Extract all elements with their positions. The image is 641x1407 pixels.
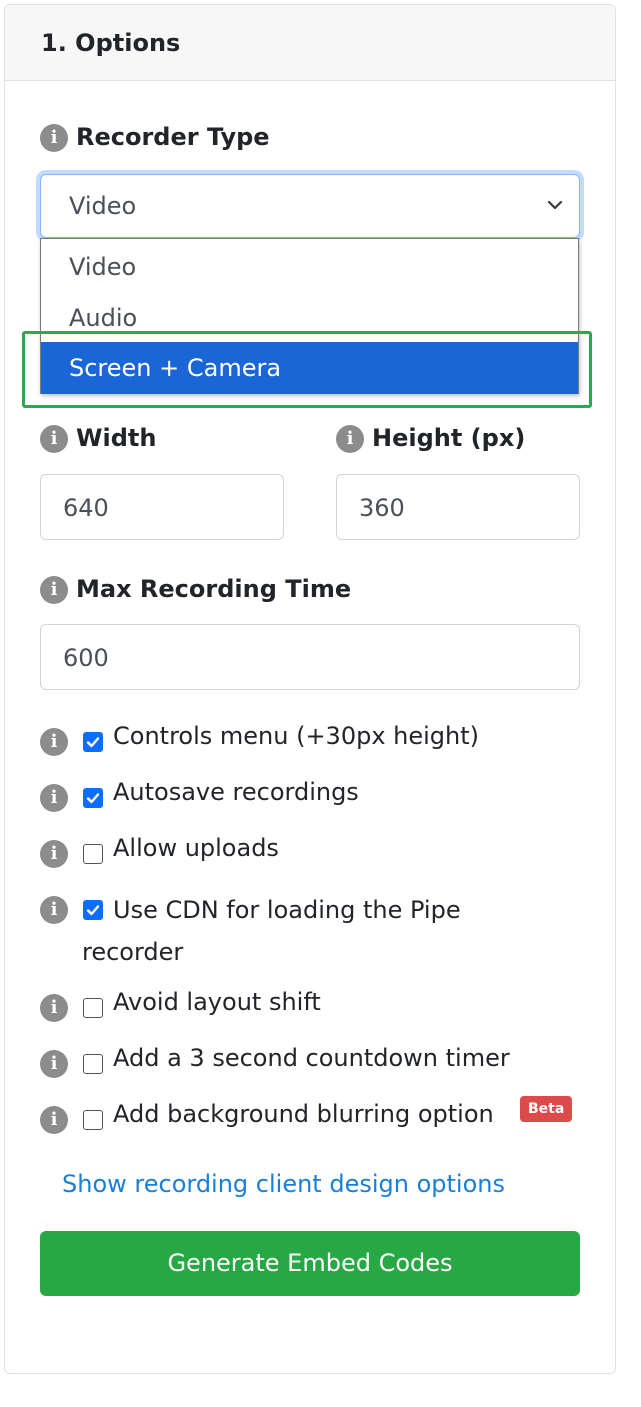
info-icon[interactable]: i [40, 994, 68, 1022]
use-cdn-label[interactable]: Use CDN for loading the Pipe recorder [82, 889, 522, 973]
autosave-label[interactable]: Autosave recordings [113, 778, 359, 806]
width-label: Width [76, 424, 157, 452]
height-label: Height (px) [372, 424, 526, 452]
chevron-down-icon [547, 200, 563, 210]
info-icon[interactable]: i [40, 840, 68, 868]
card-header: 1. Options [5, 5, 615, 81]
allow-uploads-label[interactable]: Allow uploads [113, 834, 279, 862]
info-icon[interactable]: i [40, 1050, 68, 1078]
countdown-timer-checkbox[interactable] [83, 1054, 103, 1074]
option-screen-camera[interactable]: Screen + Camera [41, 342, 578, 394]
info-icon[interactable]: i [40, 1106, 68, 1134]
info-icon[interactable]: i [40, 576, 68, 604]
height-value: 360 [359, 494, 405, 522]
controls-menu-checkbox[interactable] [83, 732, 103, 752]
recorder-type-label: Recorder Type [76, 123, 270, 151]
background-blur-checkbox[interactable] [83, 1110, 103, 1130]
info-icon[interactable]: i [40, 896, 68, 924]
countdown-timer-label[interactable]: Add a 3 second countdown timer [113, 1044, 510, 1072]
avoid-layout-shift-checkbox[interactable] [83, 998, 103, 1018]
info-icon[interactable]: i [336, 425, 364, 453]
background-blur-label[interactable]: Add background blurring option [113, 1100, 494, 1128]
max-time-label: Max Recording Time [76, 575, 352, 603]
info-icon[interactable]: i [40, 425, 68, 453]
recorder-type-dropdown: Video Audio Screen + Camera [40, 238, 579, 394]
recorder-type-select[interactable]: Video [40, 174, 580, 238]
max-time-value: 600 [63, 644, 109, 672]
option-video[interactable]: Video [41, 241, 578, 293]
design-options-link[interactable]: Show recording client design options [62, 1170, 505, 1198]
width-value: 640 [63, 494, 109, 522]
avoid-layout-shift-label[interactable]: Avoid layout shift [113, 988, 321, 1016]
info-icon[interactable]: i [40, 728, 68, 756]
card-title: 1. Options [41, 29, 181, 57]
generate-embed-codes-button[interactable]: Generate Embed Codes [40, 1231, 580, 1296]
option-audio[interactable]: Audio [41, 292, 578, 344]
allow-uploads-checkbox[interactable] [83, 844, 103, 864]
recorder-type-selected-value: Video [69, 192, 137, 220]
width-input[interactable]: 640 [40, 474, 284, 540]
checkmark-icon [86, 793, 100, 804]
controls-menu-label[interactable]: Controls menu (+30px height) [113, 722, 479, 750]
autosave-checkbox[interactable] [83, 788, 103, 808]
height-input[interactable]: 360 [336, 474, 580, 540]
checkmark-icon [86, 737, 100, 748]
info-icon[interactable]: i [40, 784, 68, 812]
beta-badge: Beta [520, 1096, 573, 1122]
max-time-input[interactable]: 600 [40, 624, 580, 690]
info-icon[interactable]: i [40, 124, 68, 152]
